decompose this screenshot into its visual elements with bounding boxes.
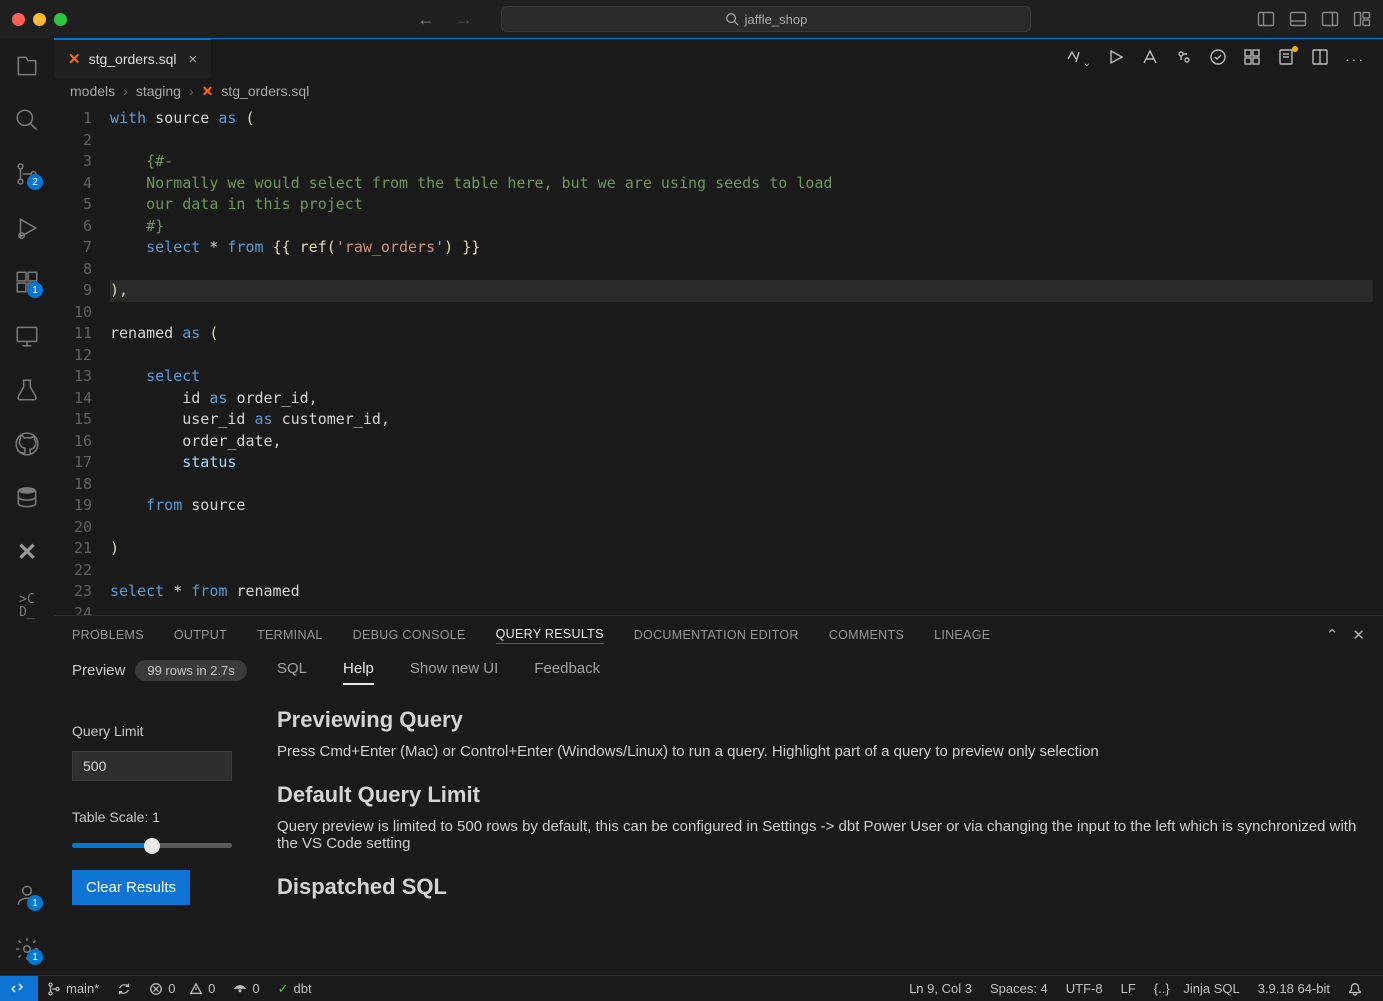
remote-indicator[interactable]	[0, 976, 38, 1001]
panel-tab-output[interactable]: OUTPUT	[174, 628, 227, 642]
language-mode[interactable]: {..} Jinja SQL	[1145, 981, 1249, 996]
activity-bar: 2 1 ✕ >CD_ 1 1	[0, 38, 54, 975]
breadcrumb-item[interactable]: staging	[136, 83, 181, 99]
panel-tab-documentation-editor[interactable]: DOCUMENTATION EDITOR	[634, 628, 799, 642]
editor-tabs: ✕ stg_orders.sql × ⌄ ···	[54, 38, 1383, 78]
grid-icon[interactable]	[1243, 48, 1261, 69]
layout-sidebar-left-icon[interactable]	[1257, 10, 1275, 28]
dbt-status[interactable]: ✓dbt	[269, 981, 321, 997]
titlebar: ← → jaffle_shop	[0, 0, 1383, 38]
accounts-icon[interactable]: 1	[13, 881, 41, 909]
dbt-file-icon: ✕	[202, 83, 214, 100]
panel-tab-debug-console[interactable]: DEBUG CONSOLE	[353, 628, 466, 642]
tab-stg-orders[interactable]: ✕ stg_orders.sql ×	[54, 39, 211, 78]
python-version[interactable]: 3.9.18 64-bit	[1249, 981, 1339, 996]
breadcrumb-item[interactable]: models	[70, 83, 115, 99]
search-icon	[725, 12, 739, 26]
extensions-badge: 1	[27, 282, 43, 298]
settings-badge: 1	[27, 949, 43, 965]
subtab-help[interactable]: Help	[343, 660, 374, 685]
run-debug-icon[interactable]	[13, 214, 41, 242]
clear-results-button[interactable]: Clear Results	[72, 870, 190, 905]
breadcrumb[interactable]: models › staging › ✕ stg_orders.sql	[54, 78, 1383, 104]
sync-status[interactable]	[108, 982, 140, 996]
subtab-show-new-ui[interactable]: Show new UI	[410, 660, 498, 685]
close-window-button[interactable]	[12, 13, 25, 26]
testing-icon[interactable]	[13, 376, 41, 404]
panel-close-icon[interactable]: ✕	[1352, 626, 1365, 644]
code-editor[interactable]: 123456789101112131415161718192021222324 …	[54, 104, 1383, 615]
layout-sidebar-right-icon[interactable]	[1321, 10, 1339, 28]
nav-back-icon[interactable]: ←	[417, 9, 435, 30]
test-icon[interactable]	[1175, 48, 1193, 69]
problems-status[interactable]: 0 0	[140, 981, 224, 996]
window-controls	[12, 13, 67, 26]
maximize-window-button[interactable]	[54, 13, 67, 26]
subtab-sql[interactable]: SQL	[277, 660, 307, 685]
panel-tab-terminal[interactable]: TERMINAL	[257, 628, 323, 642]
build-icon[interactable]: ⌄	[1065, 48, 1091, 69]
docs-icon[interactable]	[1277, 48, 1295, 69]
table-scale-slider[interactable]	[72, 843, 232, 848]
check-icon[interactable]	[1209, 48, 1227, 69]
breadcrumb-item[interactable]: stg_orders.sql	[221, 83, 309, 99]
query-limit-input[interactable]	[72, 751, 232, 781]
notifications-icon[interactable]	[1339, 981, 1371, 996]
accounts-badge: 1	[27, 895, 43, 911]
panel-tab-lineage[interactable]: LINEAGE	[934, 628, 990, 642]
cursor-position[interactable]: Ln 9, Col 3	[900, 981, 981, 996]
help-heading: Default Query Limit	[277, 782, 1365, 808]
git-branch-status[interactable]: main*	[38, 981, 108, 996]
ports-status[interactable]: 0	[224, 981, 268, 996]
split-editor-icon[interactable]	[1311, 48, 1329, 69]
dbt-file-icon: ✕	[68, 50, 81, 68]
panel-tabs: PROBLEMS OUTPUT TERMINAL DEBUG CONSOLE QUERY…	[54, 616, 1383, 654]
github-icon[interactable]	[13, 430, 41, 458]
help-heading: Dispatched SQL	[277, 874, 1365, 900]
database-icon[interactable]	[13, 484, 41, 512]
help-text: Press Cmd+Enter (Mac) or Control+Enter (…	[277, 743, 1365, 760]
chevron-right-icon: ›	[123, 83, 128, 99]
close-tab-icon[interactable]: ×	[189, 51, 198, 68]
bottom-panel: PROBLEMS OUTPUT TERMINAL DEBUG CONSOLE QUERY…	[54, 615, 1383, 975]
result-subtabs: SQL Help Show new UI Feedback	[277, 660, 1365, 685]
tab-label: stg_orders.sql	[89, 51, 177, 67]
chevron-right-icon: ›	[189, 83, 194, 99]
nav-forward-icon[interactable]: →	[455, 9, 473, 30]
query-limit-label: Query Limit	[72, 723, 247, 739]
eol-status[interactable]: LF	[1112, 981, 1145, 996]
help-text: Query preview is limited to 500 rows by …	[277, 818, 1365, 852]
settings-gear-icon[interactable]: 1	[13, 935, 41, 963]
preview-label: Preview	[72, 662, 125, 679]
more-actions-icon[interactable]: ···	[1345, 51, 1365, 67]
encoding-status[interactable]: UTF-8	[1057, 981, 1112, 996]
minimize-window-button[interactable]	[33, 13, 46, 26]
preview-stats-badge: 99 rows in 2.7s	[135, 660, 246, 681]
source-control-icon[interactable]: 2	[13, 160, 41, 188]
dbt-icon[interactable]: ✕	[13, 538, 41, 566]
table-scale-label: Table Scale: 1	[72, 809, 247, 825]
search-text: jaffle_shop	[745, 12, 808, 27]
explorer-icon[interactable]	[13, 52, 41, 80]
panel-tab-query-results[interactable]: QUERY RESULTS	[496, 627, 604, 644]
compile-icon[interactable]	[1141, 48, 1159, 69]
terminal-prompt-icon[interactable]: >CD_	[13, 592, 41, 620]
subtab-feedback[interactable]: Feedback	[534, 660, 600, 685]
panel-tab-comments[interactable]: COMMENTS	[829, 628, 904, 642]
scm-badge: 2	[27, 174, 43, 190]
panel-tab-problems[interactable]: PROBLEMS	[72, 628, 144, 642]
remote-explorer-icon[interactable]	[13, 322, 41, 350]
layout-panel-icon[interactable]	[1289, 10, 1307, 28]
run-icon[interactable]	[1107, 48, 1125, 69]
help-heading: Previewing Query	[277, 707, 1365, 733]
command-search-input[interactable]: jaffle_shop	[501, 6, 1031, 32]
customize-layout-icon[interactable]	[1353, 10, 1371, 28]
search-icon[interactable]	[13, 106, 41, 134]
extensions-icon[interactable]: 1	[13, 268, 41, 296]
panel-collapse-icon[interactable]: ⌃	[1326, 626, 1339, 644]
indentation-status[interactable]: Spaces: 4	[981, 981, 1057, 996]
status-bar: main* 0 0 0 ✓dbt Ln 9, Col 3 Spaces: 4 U…	[0, 975, 1383, 1001]
